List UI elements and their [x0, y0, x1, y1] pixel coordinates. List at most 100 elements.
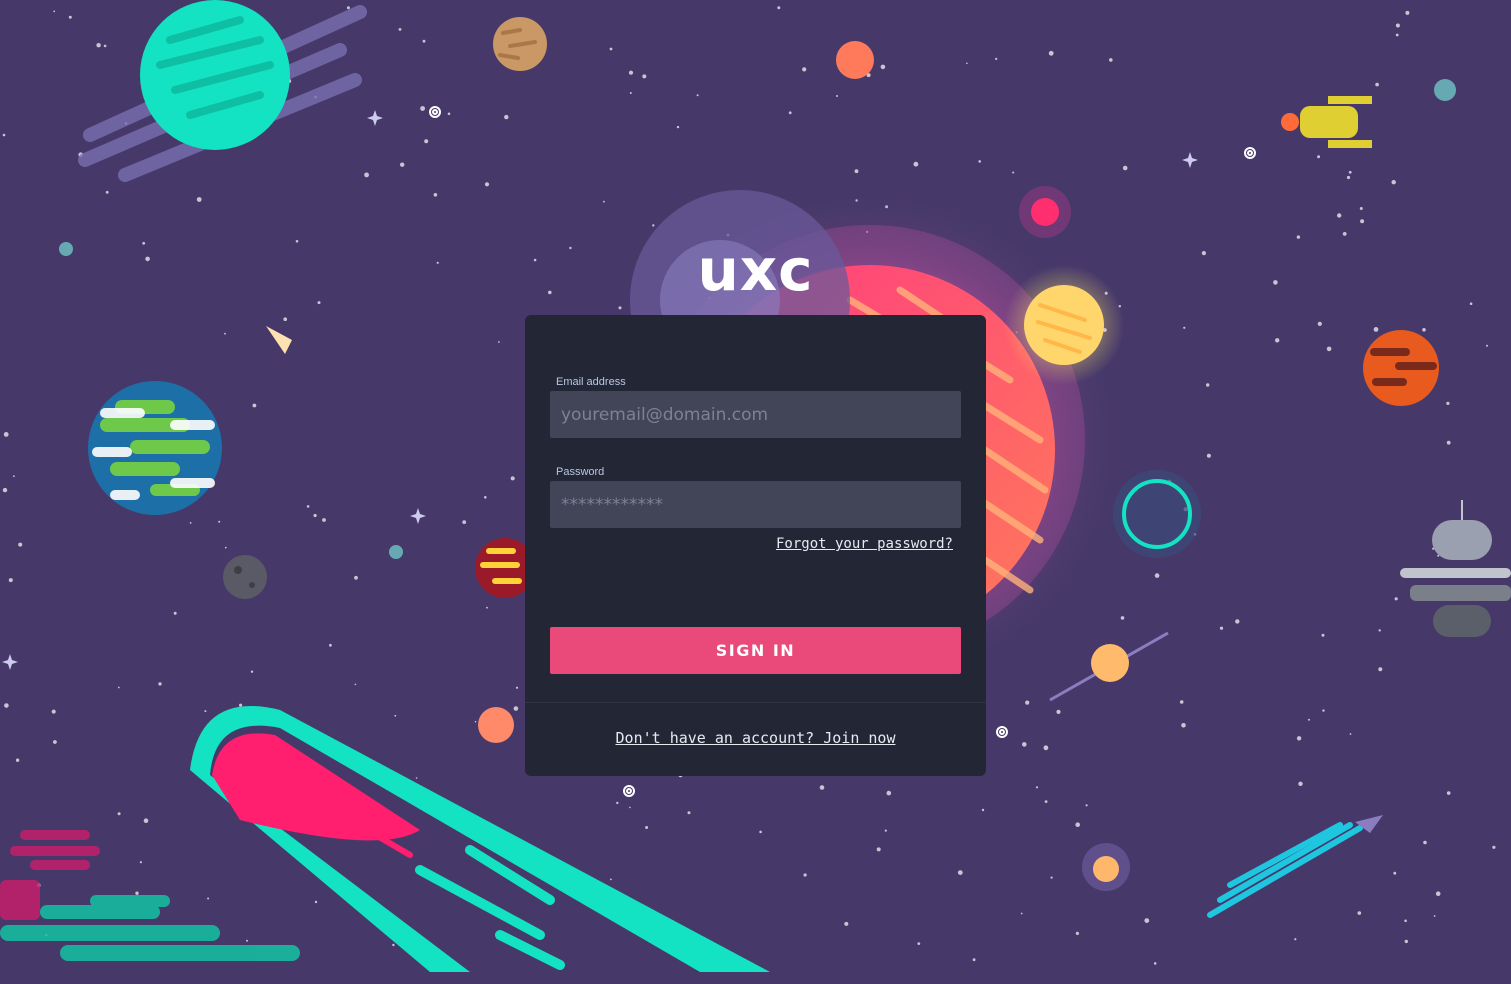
star-icon: [603, 200, 605, 203]
star-icon: [1393, 871, 1397, 875]
star-icon: [696, 94, 699, 97]
star-icon: [1308, 718, 1310, 721]
rocket-icon: [1207, 815, 1383, 918]
star-icon: [1346, 175, 1351, 180]
star-icon: [1048, 50, 1054, 56]
star-icon: [117, 686, 120, 689]
star-icon: [2, 487, 8, 493]
star-icon: [886, 790, 892, 796]
email-field[interactable]: [550, 391, 961, 438]
star-icon: [515, 686, 519, 689]
sign-in-button[interactable]: SIGN IN: [550, 627, 961, 674]
star-icon: [854, 169, 859, 174]
nebula-cloud-icon: [0, 895, 300, 961]
star-icon: [802, 67, 807, 72]
star-icon: [1075, 931, 1079, 936]
star-icon: [978, 160, 981, 163]
star-icon: [966, 62, 968, 65]
star-icon: [1317, 155, 1321, 159]
ringed-planet-icon: [78, 0, 367, 182]
grey-moon-icon: [223, 555, 267, 599]
star-icon: [1144, 918, 1150, 923]
star-icon: [474, 720, 477, 723]
star-icon: [354, 683, 357, 686]
star-icon: [394, 714, 397, 717]
star-icon: [1183, 326, 1186, 329]
star-icon: [1120, 616, 1125, 620]
star-icon: [1153, 962, 1157, 965]
star-icon: [642, 74, 647, 79]
star-icon: [424, 139, 429, 144]
star-icon: [204, 710, 207, 713]
star-icon: [1035, 786, 1039, 789]
star-icon: [1349, 733, 1352, 735]
star-icon: [143, 818, 149, 823]
star-icon: [139, 861, 142, 864]
app-logo: uxc: [697, 236, 814, 304]
star-icon: [1043, 745, 1049, 751]
star-icon: [173, 611, 177, 615]
star-icon: [2, 133, 6, 137]
star-icon: [1206, 383, 1210, 387]
password-field[interactable]: [550, 481, 961, 528]
star-icon: [53, 10, 56, 13]
star-icon: [68, 15, 72, 19]
star-icon: [1404, 919, 1407, 923]
star-icon: [346, 6, 350, 10]
star-icon: [400, 162, 405, 167]
star-icon: [218, 520, 221, 523]
forgot-password-link[interactable]: Forgot your password?: [776, 536, 953, 552]
small-orange-planet-icon: [478, 707, 514, 743]
star-icon: [415, 777, 418, 779]
star-icon: [1056, 709, 1061, 715]
star-icon: [314, 900, 318, 904]
star-icon: [972, 958, 976, 962]
star-icon: [1446, 791, 1451, 795]
star-icon: [322, 518, 326, 522]
star-icon: [364, 172, 369, 178]
star-icon: [1025, 700, 1030, 705]
star-icon: [392, 943, 395, 947]
star-icon: [1486, 344, 1488, 347]
star-icon: [1360, 219, 1365, 224]
star-icon: [1085, 804, 1088, 807]
star-icon: [306, 505, 310, 508]
star-icon: [1235, 619, 1240, 624]
star-icon: [803, 873, 807, 877]
mars-planet-icon: [1363, 330, 1439, 406]
star-icon: [876, 847, 881, 852]
star-icon: [1109, 58, 1113, 62]
star-icon: [1294, 938, 1297, 941]
star-icon: [1375, 82, 1379, 87]
star-icon: [1322, 709, 1325, 712]
portal-ring-icon: [1113, 470, 1201, 558]
star-icon: [676, 125, 680, 129]
star-icon: [1321, 633, 1325, 637]
star-icon: [1433, 915, 1436, 917]
star-icon: [329, 643, 332, 647]
star-icon: [8, 578, 13, 583]
star-icon: [354, 575, 358, 580]
star-icon: [1179, 700, 1184, 704]
star-icon: [1154, 573, 1160, 578]
star-icon: [1348, 170, 1352, 174]
star-icon: [629, 806, 631, 809]
star-icon: [51, 709, 56, 714]
star-icon: [447, 112, 451, 116]
star-icon: [462, 520, 467, 524]
email-label: Email address: [556, 376, 626, 388]
star-icon: [484, 496, 487, 499]
join-now-link[interactable]: Don't have an account? Join now: [525, 729, 986, 747]
password-label: Password: [556, 466, 605, 478]
star-icon: [246, 939, 248, 942]
star-icon: [1296, 736, 1302, 741]
star-icon: [1422, 328, 1426, 332]
star-icon: [498, 341, 500, 343]
star-icon: [1337, 213, 1342, 218]
star-icon: [1492, 845, 1496, 849]
star-icon: [1044, 800, 1048, 803]
star-icon: [207, 897, 210, 900]
star-icon: [484, 182, 490, 187]
star-icon: [283, 317, 288, 322]
star-icon: [1423, 840, 1427, 845]
